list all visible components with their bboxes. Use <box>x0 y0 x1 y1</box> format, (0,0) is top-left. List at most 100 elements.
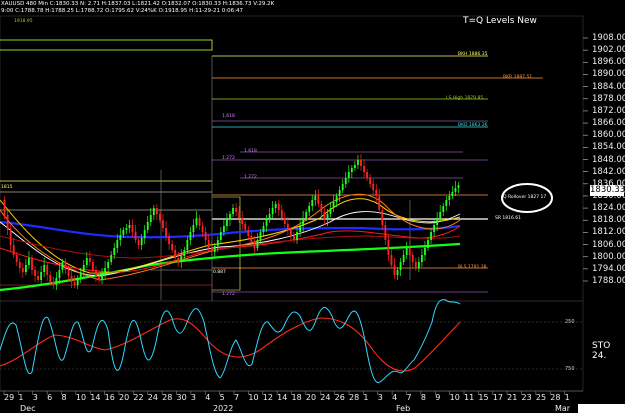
candle-body <box>137 240 140 245</box>
time-axis-label: 4 <box>205 393 211 402</box>
time-axis-label: 10 <box>449 393 460 402</box>
time-axis-label: 4 <box>392 393 398 402</box>
candle-body <box>241 218 244 224</box>
candle-body <box>445 200 448 206</box>
time-axis-label: 26 <box>334 393 345 402</box>
time-axis-label: 1 <box>363 393 369 402</box>
candle-body <box>119 235 122 240</box>
candle-body <box>320 204 323 212</box>
candle-body <box>110 255 113 262</box>
time-axis-label: 30 <box>176 393 187 402</box>
candle-body <box>332 202 335 208</box>
candle-body <box>454 188 457 192</box>
candle-body <box>250 236 253 242</box>
candle-body <box>390 255 393 265</box>
candle-body <box>134 232 137 240</box>
candle-body <box>402 255 405 262</box>
month-label-dec: Dec <box>20 404 36 413</box>
candle-body <box>98 276 100 280</box>
candle-body <box>268 214 271 220</box>
candle-body <box>55 278 58 285</box>
time-axis-label: 20 <box>119 393 130 402</box>
stochastic-tick-750: 750 <box>565 366 575 372</box>
time-axis-label: 7 <box>406 393 412 402</box>
scrollbar-thumb[interactable] <box>578 404 625 413</box>
price-axis-label: 1866.00 <box>592 118 625 129</box>
candle-body <box>73 282 76 285</box>
price-axis-label: 1806.00 <box>592 239 625 250</box>
candle-body <box>274 204 277 208</box>
price-axis-label: 1824.00 <box>592 203 625 214</box>
candle-body <box>162 220 164 228</box>
candle-body <box>213 246 216 252</box>
price-axis-label: 1902.00 <box>592 45 625 56</box>
chart-canvas[interactable] <box>0 0 625 413</box>
candle-body <box>439 212 442 218</box>
candle-body <box>448 196 451 200</box>
chart-header-line1: XAUUSD 480 Min C:1830.33 N: 2.71 H:1837.… <box>1 1 275 7</box>
candle-body <box>381 210 384 225</box>
candle-body <box>317 196 320 204</box>
level-label-bkd: BKD 1863 26 <box>458 123 488 128</box>
time-axis-label: 1 <box>18 393 24 402</box>
indicator-title: T=Q Levels New <box>463 16 537 26</box>
time-axis-label: 15 <box>478 393 489 402</box>
time-axis-label: 22 <box>133 393 144 402</box>
time-axis-label: 3 <box>32 393 38 402</box>
time-axis-label: 16 <box>104 393 115 402</box>
time-axis-label: 12 <box>262 393 273 402</box>
price-axis-label: 1890.00 <box>592 69 625 80</box>
price-axis-label: 1812.00 <box>592 227 625 238</box>
candle-body <box>323 212 326 220</box>
price-axis-label: 1848.00 <box>592 154 625 165</box>
candle-body <box>411 255 414 262</box>
level-label-1815: 1815 <box>1 185 13 190</box>
candle-body <box>314 196 317 200</box>
price-axis-label: 1896.00 <box>592 57 625 68</box>
level-label-bkr: BKR 1887 51 <box>503 75 533 80</box>
candle-body <box>43 265 46 272</box>
time-axis-label: 28 <box>550 393 561 402</box>
candle-body <box>125 228 128 230</box>
level-label-fib-1272-c: 1.272 <box>222 292 235 297</box>
candle-body <box>88 258 91 262</box>
candle-body <box>290 230 292 236</box>
price-axis-label: 1842.00 <box>592 166 625 177</box>
candle-body <box>430 232 432 240</box>
candle-body <box>442 206 445 212</box>
candle-body <box>31 258 33 270</box>
candle-body <box>238 212 241 218</box>
level-label-fib-1272-b: 1.272 <box>244 175 257 180</box>
candle-body <box>9 230 12 245</box>
candle-body <box>122 230 125 235</box>
month-label-mar: Mar <box>555 404 571 413</box>
time-axis-label: 24 <box>320 393 331 402</box>
candle-body <box>357 160 359 165</box>
price-axis-label: 1908.00 <box>592 33 625 43</box>
candle-body <box>393 265 396 275</box>
candle-body <box>204 232 207 240</box>
candle-body <box>296 232 298 240</box>
time-axis-label: 17 <box>492 393 503 402</box>
candle-body <box>91 262 94 270</box>
time-axis-label: 3 <box>190 393 196 402</box>
time-axis-label: 5 <box>219 393 225 402</box>
candle-body <box>201 226 204 232</box>
level-label-bkh: BKH 1886 35 <box>458 52 488 57</box>
candle-body <box>262 226 265 232</box>
candle-body <box>152 208 155 215</box>
candle-body <box>277 204 280 210</box>
time-axis-label: 23 <box>521 393 532 402</box>
candle-body <box>372 184 375 190</box>
candle-body <box>177 258 180 262</box>
candle-body <box>293 236 295 240</box>
candle-body <box>61 262 64 270</box>
candle-body <box>265 220 268 226</box>
candle-body <box>6 215 9 230</box>
candle-body <box>79 272 82 278</box>
candle-body <box>338 190 341 196</box>
price-axis-label: 1788.00 <box>592 276 625 286</box>
time-axis-label: 29 <box>4 393 15 402</box>
candle-body <box>198 218 201 226</box>
level-label-rollover: Q Rollover 1827 17 <box>503 195 547 200</box>
